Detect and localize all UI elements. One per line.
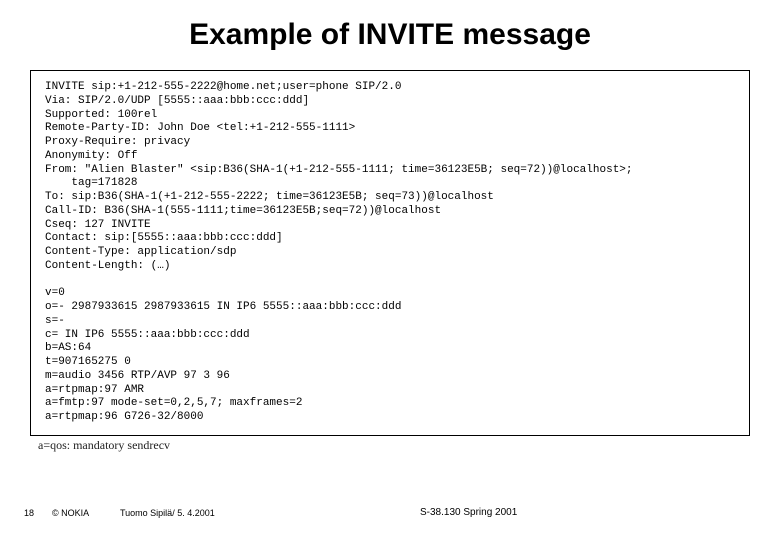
sip-message-box: INVITE sip:+1-212-555-2222@home.net;user…: [30, 70, 750, 436]
qos-annotation: a=qos: mandatory sendrecv: [38, 438, 750, 453]
page-number: 18: [24, 508, 34, 518]
slide-footer: 18 © NOKIA Tuomo Sipilä/ 5. 4.2001 S-38.…: [0, 498, 780, 518]
slide-title: Example of INVITE message: [0, 0, 780, 62]
author-text: Tuomo Sipilä/ 5. 4.2001: [120, 508, 215, 518]
course-text: S-38.130 Spring 2001: [420, 507, 517, 518]
copyright-text: © NOKIA: [52, 508, 89, 518]
